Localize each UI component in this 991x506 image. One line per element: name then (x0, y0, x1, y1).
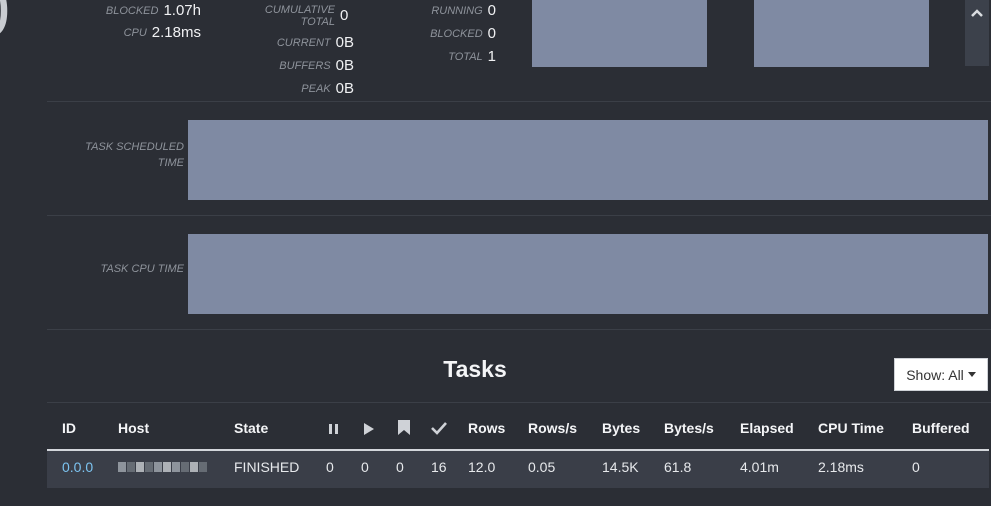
column-header-state[interactable]: State (234, 420, 268, 436)
task-bytes: 14.5K (602, 459, 639, 475)
task-rows-per-s: 0.05 (528, 459, 556, 475)
stat-label: CUMULATIVE TOTAL (264, 4, 335, 28)
stat-value: 0B (335, 57, 354, 74)
pause-icon[interactable] (328, 422, 339, 440)
caret-down-icon (967, 372, 976, 377)
stat-value: 0 (487, 2, 496, 19)
stat-value: 2.18ms (151, 24, 201, 41)
stat-peak: PEAK 0B (240, 81, 354, 97)
bookmark-icon[interactable] (398, 420, 410, 440)
task-cpu-time-chart (188, 234, 988, 314)
check-icon[interactable] (431, 421, 447, 440)
column-header-elapsed[interactable]: Elapsed (740, 420, 794, 436)
stat-buffers: BUFFERS 0B (240, 58, 354, 74)
stat-cpu: CPU 2.18ms (80, 25, 201, 41)
stat-value: 0 (340, 7, 349, 24)
column-header-bytes-per-s[interactable]: Bytes/s (664, 420, 714, 436)
task-cpu-time: 2.18ms (818, 459, 864, 475)
time-stats: BLOCKED 1.07h CPU 2.18ms (80, 3, 201, 41)
stat-cumulative-total: CUMULATIVE TOTAL 0 (240, 0, 354, 32)
task-state: FINISHED (234, 459, 300, 475)
task-rows: 12.0 (468, 459, 496, 475)
task-scheduled-time-label: TASK SCHEDULED TIME (85, 141, 184, 169)
stat-value: 0B (335, 80, 354, 97)
column-header-bytes[interactable]: Bytes (602, 420, 640, 436)
task-id-link[interactable]: 0.0.0 (62, 459, 93, 475)
task-buffered: 0 (912, 459, 920, 475)
task-blocked-count: 0 (396, 459, 404, 475)
stat-label: BLOCKED (105, 5, 159, 17)
column-header-id[interactable]: ID (62, 420, 76, 436)
stat-value: 0B (335, 34, 354, 51)
tasks-title: Tasks (443, 356, 507, 382)
stat-value: 1 (487, 48, 496, 65)
task-paused-count: 0 (326, 459, 334, 475)
divider (47, 101, 991, 102)
stat-label: RUNNING (431, 5, 483, 17)
divider (47, 402, 991, 403)
task-count-stats: RUNNING 0 BLOCKED 0 TOTAL 1 (410, 3, 496, 65)
stat-label: BLOCKED (430, 28, 483, 40)
show-filter-dropdown[interactable]: Show: All (894, 358, 988, 391)
sparkline-chart (754, 0, 929, 67)
stat-label: TOTAL (448, 51, 483, 63)
column-header-cpu-time[interactable]: CPU Time (818, 420, 884, 436)
stat-label: CURRENT (276, 37, 331, 49)
stat-value: 1.07h (163, 2, 201, 19)
stat-current: CURRENT 0B (240, 35, 354, 51)
column-header-buffered[interactable]: Buffered (912, 420, 970, 436)
task-running-count: 0 (361, 459, 369, 475)
stat-running: RUNNING 0 (410, 3, 496, 19)
stat-total: TOTAL 1 (410, 49, 496, 65)
column-header-host[interactable]: Host (118, 420, 149, 436)
play-icon[interactable] (363, 422, 375, 440)
scroll-up-button[interactable] (965, 0, 989, 66)
task-scheduled-time-chart (188, 120, 988, 200)
stat-value: 0 (487, 25, 496, 42)
stat-label: CPU (123, 27, 147, 39)
show-filter-label: Show: All (906, 366, 964, 383)
chevron-up-icon (971, 9, 983, 17)
column-header-rows-per-s[interactable]: Rows/s (528, 420, 577, 436)
stat-blocked: BLOCKED 1.07h (80, 3, 201, 19)
stat-label: PEAK (301, 83, 331, 95)
partial-digit: 0 (0, 0, 10, 48)
task-finished-count: 16 (431, 459, 447, 475)
task-cpu-time-label: TASK CPU TIME (100, 263, 184, 275)
sparkline-chart (532, 0, 707, 67)
stat-label: BUFFERS (279, 60, 331, 72)
task-elapsed: 4.01m (740, 459, 779, 475)
task-bytes-per-s: 61.8 (664, 459, 692, 475)
divider (47, 215, 991, 216)
stat-blocked-tasks: BLOCKED 0 (410, 26, 496, 42)
divider (47, 329, 991, 330)
memory-stats: CUMULATIVE TOTAL 0 CURRENT 0B BUFFERS 0B… (240, 0, 354, 97)
host-redacted (118, 462, 207, 472)
column-header-rows[interactable]: Rows (468, 420, 505, 436)
